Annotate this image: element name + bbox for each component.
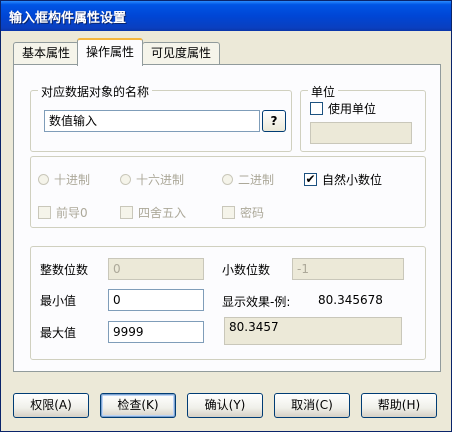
leading-zero-checkbox[interactable] xyxy=(38,206,51,219)
natural-decimal-label: 自然小数位 xyxy=(322,173,383,187)
max-value-input[interactable]: 9999 xyxy=(108,321,204,343)
preview-example-value: 80.345678 xyxy=(318,293,383,307)
hexadecimal-radio[interactable] xyxy=(120,174,131,185)
preview-label: 显示效果-例: xyxy=(222,295,291,309)
tab-label: 基本属性 xyxy=(21,46,70,60)
data-object-name-input[interactable]: 数值输入 xyxy=(44,110,260,132)
binary-radio[interactable] xyxy=(222,174,233,185)
unit-input[interactable] xyxy=(310,122,412,144)
decimal-radio[interactable] xyxy=(38,174,49,185)
max-value-label: 最大值 xyxy=(40,326,77,340)
permission-button[interactable]: 权限(A) xyxy=(13,393,89,418)
decimal-digits-label: 小数位数 xyxy=(222,263,271,277)
hexadecimal-radio-label: 十六进制 xyxy=(136,173,185,187)
decimal-digits-input[interactable]: -1 xyxy=(292,258,404,280)
min-value-input[interactable]: 0 xyxy=(108,289,204,311)
tab-label: 操作属性 xyxy=(85,45,134,59)
help-button[interactable]: 帮助(H) xyxy=(361,393,437,418)
tab-panel-operation: 对应数据对象的名称 数值输入 ? 单位 使用单位 十进制 十六进制 二进制 ✔ … xyxy=(13,64,441,372)
tab-label: 可见度属性 xyxy=(150,46,211,60)
use-unit-checkbox[interactable] xyxy=(310,102,323,115)
tab-basic-properties[interactable]: 基本属性 xyxy=(13,42,79,64)
binary-radio-label: 二进制 xyxy=(238,173,275,187)
window-title: 输入框构件属性设置 xyxy=(9,11,127,26)
cancel-button[interactable]: 取消(C) xyxy=(274,393,350,418)
dialog-window: 输入框构件属性设置 基本属性 操作属性 可见度属性 对应数据对象的名称 数值输入… xyxy=(0,0,452,432)
round-off-label: 四舍五入 xyxy=(138,206,187,220)
browse-data-object-button[interactable]: ? xyxy=(262,110,286,132)
confirm-button[interactable]: 确认(Y) xyxy=(187,393,263,418)
preview-result-display: 80.3457 xyxy=(224,317,402,345)
integer-digits-input[interactable]: 0 xyxy=(108,258,204,280)
password-label: 密码 xyxy=(240,206,265,220)
data-object-legend: 对应数据对象的名称 xyxy=(38,83,153,100)
use-unit-label: 使用单位 xyxy=(328,102,377,116)
password-checkbox[interactable] xyxy=(222,206,235,219)
leading-zero-label: 前导0 xyxy=(56,206,88,220)
decimal-radio-label: 十进制 xyxy=(54,173,91,187)
round-off-checkbox[interactable] xyxy=(120,206,133,219)
natural-decimal-checkbox[interactable]: ✔ xyxy=(304,173,317,186)
tab-visibility-properties[interactable]: 可见度属性 xyxy=(142,42,220,64)
unit-legend: 单位 xyxy=(308,83,339,100)
check-button[interactable]: 检查(K) xyxy=(100,393,176,418)
title-bar[interactable]: 输入框构件属性设置 xyxy=(1,1,451,31)
min-value-label: 最小值 xyxy=(40,294,77,308)
integer-digits-label: 整数位数 xyxy=(40,263,89,277)
tab-operation-properties[interactable]: 操作属性 xyxy=(77,38,143,66)
